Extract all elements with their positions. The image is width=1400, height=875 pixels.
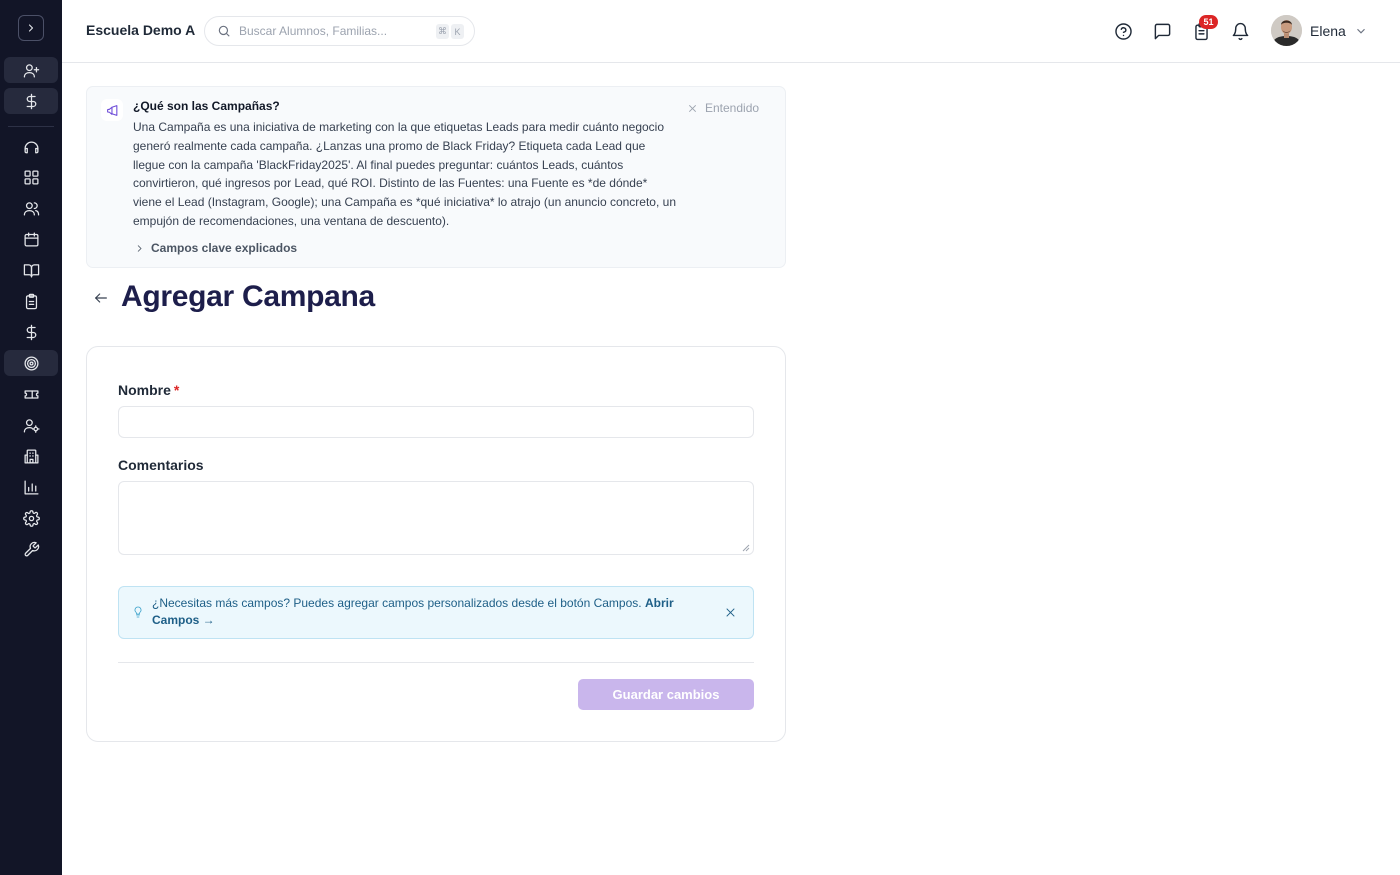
sidebar-item-campaigns[interactable] [4,350,58,376]
resize-grip-icon[interactable] [742,544,750,552]
back-button[interactable] [93,290,109,306]
clipboard-icon [25,293,37,309]
sidebar-item-courses[interactable] [4,257,58,283]
global-search[interactable]: ⌘ K [204,16,475,46]
sidebar-item-support[interactable] [4,135,58,161]
dashboard-icon [23,169,39,185]
arrow-left-icon [95,293,107,303]
campaign-form: Nombre * Comentarios ¿Necesitas más campo… [86,346,786,742]
lightbulb-icon [132,605,144,619]
bar-chart-icon [23,479,39,495]
wrench-icon [24,541,39,556]
megaphone-icon [101,99,123,121]
bell-icon [1232,22,1248,40]
headset-icon [23,140,39,153]
comments-label: Comentarios [118,457,204,473]
tasks-count-badge: 51 [1199,15,1218,29]
user-menu-toggle[interactable] [1354,24,1368,38]
chevron-right-icon [28,24,34,32]
book-open-icon [23,263,39,278]
page-title: Agregar Campana [121,280,375,313]
sidebar-item-quick-payment[interactable] [4,88,58,114]
school-name: Escuela Demo A [86,22,196,38]
user-plus-icon [23,63,39,78]
sidebar-item-dashboard[interactable] [4,164,58,190]
name-label: Nombre * [118,382,179,398]
chevron-right-icon [137,244,142,252]
dismiss-info-button[interactable]: Entendido [687,101,759,115]
name-field[interactable] [118,406,754,438]
ticket-icon [23,389,39,399]
sidebar-divider [8,126,54,127]
gear-icon [22,509,40,527]
sidebar-item-finance[interactable] [4,319,58,345]
users-icon [23,201,39,216]
comments-field[interactable] [118,481,754,555]
close-tip-button[interactable] [724,606,737,619]
info-title: ¿Qué son las Campañas? [133,99,280,113]
sidebar-item-school[interactable] [4,443,58,469]
custom-fields-tip: ¿Necesitas más campos? Puedes agregar ca… [118,586,754,639]
chevron-down-icon [1357,28,1365,34]
sidebar-item-tools[interactable] [4,536,58,562]
message-square-icon [1154,23,1170,39]
help-circle-icon [1114,22,1132,40]
sidebar-item-tasks[interactable] [4,288,58,314]
save-button[interactable]: Guardar cambios [578,679,754,710]
campaign-info-panel: ¿Qué son las Campañas? Una Campaña es un… [86,86,786,268]
close-icon [726,608,735,617]
search-icon [218,25,230,37]
target-icon [23,355,39,371]
sidebar-item-reports[interactable] [4,474,58,500]
close-icon [688,104,697,112]
dollar-icon [26,93,36,109]
sidebar [0,0,62,875]
sidebar-item-staff[interactable] [4,412,58,438]
search-input[interactable] [239,24,429,38]
tip-text: ¿Necesitas más campos? Puedes agregar ca… [152,595,697,629]
key-fields-expander[interactable]: Campos clave explicados [135,241,297,255]
shortcut-key-cmd: ⌘ [436,24,449,39]
messages-button[interactable] [1151,20,1173,42]
sidebar-item-people[interactable] [4,195,58,221]
help-button[interactable] [1112,20,1134,42]
dismiss-label: Entendido [705,101,760,115]
avatar-photo [1271,15,1302,46]
name-label-text: Nombre [118,382,171,398]
shortcut-key-k: K [451,24,464,39]
sidebar-item-calendar[interactable] [4,226,58,252]
user-avatar[interactable] [1271,15,1302,46]
sidebar-item-tickets[interactable] [4,381,58,407]
user-name[interactable]: Elena [1310,23,1346,39]
dollar-icon [26,324,36,340]
required-marker: * [173,382,180,398]
building-icon [23,448,39,464]
expander-label: Campos clave explicados [151,241,298,255]
sidebar-item-add-student[interactable] [4,57,58,83]
calendar-icon [23,231,39,247]
notifications-button[interactable] [1229,20,1251,42]
user-gear-icon [23,418,40,433]
form-divider [118,662,754,663]
top-bar: Escuela Demo A ⌘ K 51 Elena [62,0,1400,63]
info-body: Una Campaña es una iniciativa de marketi… [133,120,676,228]
sidebar-toggle-button[interactable] [18,15,44,41]
tip-message: ¿Necesitas más campos? Puedes agregar ca… [152,596,642,610]
sidebar-item-settings[interactable] [4,505,58,531]
